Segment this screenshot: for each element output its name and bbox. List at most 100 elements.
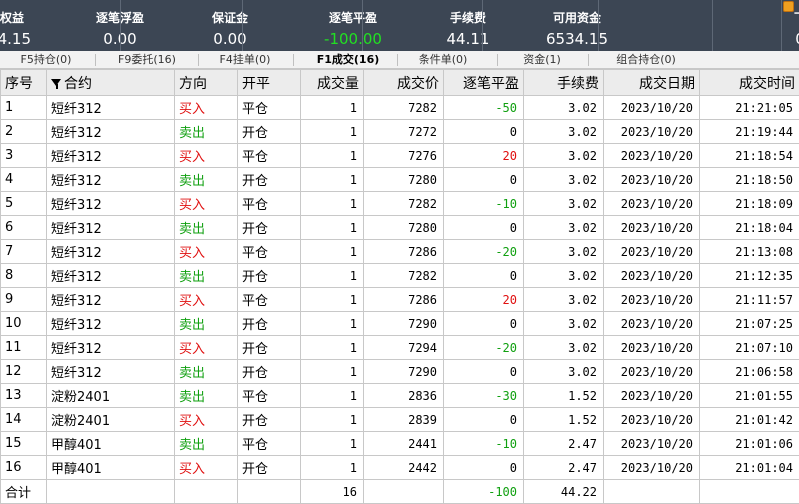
- column-header[interactable]: 开平: [237, 69, 301, 96]
- table-row[interactable]: 13 淀粉2401 卖出 平仓 1 2836 -30 1.52 2023/10/20 21:01:…: [0, 383, 799, 408]
- cell-price: 7286: [363, 287, 444, 312]
- cell-date: 2023/10/20: [603, 407, 700, 432]
- cell-dir: 卖出: [174, 215, 238, 240]
- tab-7[interactable]: 组合持仓(0): [598, 51, 694, 69]
- cell-fee: 3.02: [523, 215, 604, 240]
- cell-vol: 1: [300, 455, 364, 480]
- cell-dir: 买入: [174, 95, 238, 120]
- cell-oc: 平仓: [237, 239, 301, 264]
- total-cell-vol: 16: [300, 479, 364, 504]
- summary-value: 0: [740, 30, 799, 48]
- cell-no: 2: [0, 119, 47, 144]
- column-header-label: 成交量: [317, 75, 359, 92]
- summary-divider: [120, 0, 121, 51]
- column-header[interactable]: 成交价: [363, 69, 444, 96]
- cell-date: 2023/10/20: [603, 239, 700, 264]
- table-row[interactable]: 8 短纤312 卖出 开仓 1 7282 0 3.02 2023/10/20 21:12:35: [0, 263, 799, 288]
- column-header[interactable]: 序号: [0, 69, 47, 96]
- tab-separator: [95, 54, 96, 66]
- cell-pnl: -20: [443, 335, 524, 360]
- cell-contract: 短纤312: [46, 287, 175, 312]
- cell-date: 2023/10/20: [603, 359, 700, 384]
- summary-value: 6534.15: [545, 30, 609, 48]
- cell-time: 21:11:57: [699, 287, 799, 312]
- cell-vol: 1: [300, 95, 364, 120]
- table-row[interactable]: 2 短纤312 卖出 开仓 1 7272 0 3.02 2023/10/20 21:19:44: [0, 119, 799, 144]
- total-cell-empty: [174, 479, 238, 504]
- cell-no: 7: [0, 239, 47, 264]
- cell-oc: 开仓: [237, 407, 301, 432]
- cell-oc: 开仓: [237, 335, 301, 360]
- table-row[interactable]: 10 短纤312 卖出 开仓 1 7290 0 3.02 2023/10/20 21:07:25: [0, 311, 799, 336]
- summary-item: 动态权益 6534.15: [0, 0, 60, 51]
- cell-vol: 1: [300, 191, 364, 216]
- cell-time: 21:18:09: [699, 191, 799, 216]
- table-row[interactable]: 16 甲醇401 买入 开仓 1 2442 0 2.47 2023/10/20 21:01:04: [0, 455, 799, 480]
- tab-1[interactable]: F5持仓(0): [6, 51, 86, 69]
- summary-label: 动态权益: [0, 11, 24, 25]
- cell-pnl: 0: [443, 215, 524, 240]
- tab-4[interactable]: F1成交(16): [300, 51, 396, 69]
- cell-dir: 卖出: [174, 263, 238, 288]
- cell-fee: 1.52: [523, 383, 604, 408]
- tab-3[interactable]: F4挂单(0): [205, 51, 285, 69]
- column-header-label: 成交日期: [639, 75, 695, 92]
- cell-oc: 开仓: [237, 311, 301, 336]
- cell-dir: 买入: [174, 287, 238, 312]
- column-header[interactable]: 合约: [46, 69, 175, 96]
- cell-time: 21:13:08: [699, 239, 799, 264]
- cell-contract: 短纤312: [46, 359, 175, 384]
- cell-time: 21:01:55: [699, 383, 799, 408]
- summary-divider: [362, 0, 363, 51]
- table-row[interactable]: 4 短纤312 卖出 开仓 1 7280 0 3.02 2023/10/20 21:18:50: [0, 167, 799, 192]
- total-cell-empty: [237, 479, 301, 504]
- cell-time: 21:07:25: [699, 311, 799, 336]
- column-header-label: 逐笔平盈: [463, 75, 519, 92]
- cell-contract: 淀粉2401: [46, 383, 175, 408]
- tab-6[interactable]: 资金(1): [506, 51, 578, 69]
- cell-oc: 平仓: [237, 95, 301, 120]
- table-row[interactable]: 5 短纤312 买入 平仓 1 7282 -10 3.02 2023/10/20 21:18:09: [0, 191, 799, 216]
- cell-dir: 卖出: [174, 359, 238, 384]
- column-header[interactable]: 成交量: [300, 69, 364, 96]
- cell-fee: 3.02: [523, 239, 604, 264]
- window-close-icon[interactable]: [783, 1, 794, 12]
- cell-vol: 1: [300, 215, 364, 240]
- table-row[interactable]: 12 短纤312 卖出 开仓 1 7290 0 3.02 2023/10/20 21:06:58: [0, 359, 799, 384]
- table-row[interactable]: 9 短纤312 买入 平仓 1 7286 20 3.02 2023/10/20 21:11:57: [0, 287, 799, 312]
- cell-price: 7290: [363, 311, 444, 336]
- table-row[interactable]: 3 短纤312 买入 平仓 1 7276 20 3.02 2023/10/20 21:18:54: [0, 143, 799, 168]
- cell-pnl: 0: [443, 359, 524, 384]
- tab-2[interactable]: F9委托(16): [104, 51, 190, 69]
- summary-label: 可用资金: [552, 11, 601, 25]
- cell-dir: 卖出: [174, 383, 238, 408]
- column-header[interactable]: 方向: [174, 69, 238, 96]
- cell-no: 9: [0, 287, 47, 312]
- table-row[interactable]: 11 短纤312 买入 开仓 1 7294 -20 3.02 2023/10/20 21:07:1…: [0, 335, 799, 360]
- table-row[interactable]: 15 甲醇401 卖出 平仓 1 2441 -10 2.47 2023/10/20 21:01:0…: [0, 431, 799, 456]
- summary-label: 保证金: [211, 11, 248, 25]
- summary-label: 手续费: [449, 11, 486, 25]
- cell-dir: 卖出: [174, 119, 238, 144]
- cell-price: 2442: [363, 455, 444, 480]
- column-header[interactable]: 手续费: [523, 69, 604, 96]
- table-row[interactable]: 7 短纤312 买入 平仓 1 7286 -20 3.02 2023/10/20 21:13:08: [0, 239, 799, 264]
- cell-price: 7290: [363, 359, 444, 384]
- column-header[interactable]: 逐笔平盈: [443, 69, 524, 96]
- cell-date: 2023/10/20: [603, 191, 700, 216]
- cell-time: 21:01:04: [699, 455, 799, 480]
- column-header-label: 序号: [5, 75, 33, 92]
- summary-divider: [781, 0, 782, 51]
- column-header[interactable]: 成交时间: [699, 69, 799, 96]
- table-row[interactable]: 14 淀粉2401 买入 开仓 1 2839 0 1.52 2023/10/20 21:01:42: [0, 407, 799, 432]
- cell-oc: 开仓: [237, 359, 301, 384]
- cell-no: 6: [0, 215, 47, 240]
- tab-5[interactable]: 条件单(0): [398, 51, 488, 69]
- cell-no: 8: [0, 263, 47, 288]
- column-header[interactable]: 成交日期: [603, 69, 700, 96]
- table-row[interactable]: 1 短纤312 买入 平仓 1 7282 -50 3.02 2023/10/20 21:21:05: [0, 95, 799, 120]
- table-row[interactable]: 6 短纤312 卖出 开仓 1 7280 0 3.02 2023/10/20 21:18:04: [0, 215, 799, 240]
- column-header-label: 开平: [242, 75, 270, 92]
- cell-fee: 3.02: [523, 263, 604, 288]
- cell-time: 21:01:42: [699, 407, 799, 432]
